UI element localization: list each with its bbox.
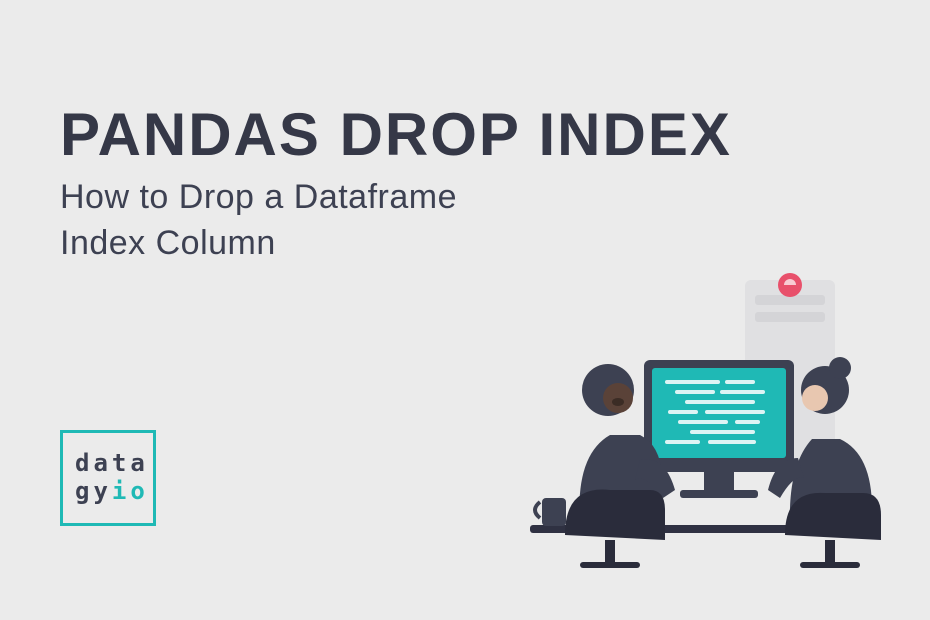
subtitle-line2: Index Column <box>60 224 276 262</box>
datagy-logo: data gyio <box>60 430 156 526</box>
mug-icon <box>535 498 566 526</box>
hero-illustration <box>490 240 910 580</box>
subtitle-line1: How to Drop a Dataframe <box>60 178 457 216</box>
logo-line2: gyio <box>75 478 153 506</box>
page-subtitle: How to Drop a Dataframe Index Column <box>60 175 457 267</box>
logo-line1: data <box>75 450 153 478</box>
page-title: PANDAS DROP INDEX <box>60 100 732 169</box>
